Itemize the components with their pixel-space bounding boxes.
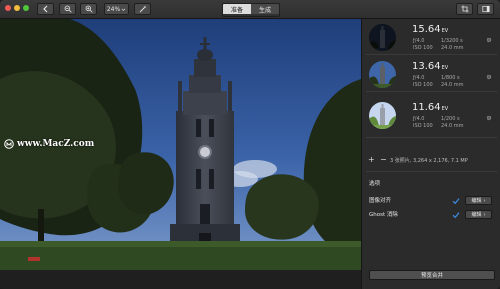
gear-icon[interactable] — [486, 115, 492, 121]
options-heading: 选项 — [369, 181, 381, 187]
shot-thumbnail — [369, 102, 396, 129]
shot-ev: 15.64EV — [412, 24, 449, 35]
add-shot-button[interactable]: + — [368, 155, 375, 164]
shot-item[interactable]: 13.64EV ƒ/4.0 1/800 s ISO 100 24.0 mm — [362, 58, 500, 90]
shot-item[interactable]: 15.64EV ƒ/4.0 1/3200 s ISO 100 24.0 mm — [362, 21, 500, 53]
preview-merge-button[interactable]: 预览合并 — [369, 270, 495, 280]
shot-focal: 24.0 mm — [441, 45, 464, 51]
option-label: 图像对齐 — [369, 198, 392, 204]
sidebar-toggle-button[interactable] — [477, 3, 494, 15]
shot-list-footer: + − 3 张照片, 3,264 x 2,176, 7.1 MP — [362, 155, 500, 167]
checkmark-icon[interactable] — [452, 211, 460, 219]
shot-aperture: ƒ/4.0 — [413, 116, 425, 122]
divider — [366, 137, 497, 138]
toolbar: 24% 准备 生成 — [0, 0, 500, 19]
sidebar: 15.64EV ƒ/4.0 1/3200 s ISO 100 24.0 mm 1… — [361, 19, 500, 289]
watermark-logo-icon — [4, 139, 14, 149]
shot-ev: 13.64EV — [412, 61, 449, 72]
zoom-in-icon — [85, 5, 93, 13]
auto-adjust-button[interactable] — [134, 3, 151, 15]
zoom-window-button[interactable] — [23, 5, 29, 11]
shot-focal: 24.0 mm — [441, 123, 464, 129]
shots-summary: 3 张照片, 3,264 x 2,176, 7.1 MP — [390, 158, 468, 164]
shot-shutter: 1/800 s — [441, 75, 460, 81]
shot-shutter: 1/3200 s — [441, 38, 463, 44]
shot-thumbnail — [369, 61, 396, 88]
divider — [366, 91, 497, 92]
zoom-in-button[interactable] — [80, 3, 97, 15]
magic-wand-icon — [139, 5, 146, 13]
zoom-level-value: 24% — [106, 5, 121, 13]
option-row-align: 图像对齐 编辑 › — [369, 196, 495, 206]
zoom-out-button[interactable] — [59, 3, 76, 15]
crop-button[interactable] — [456, 3, 473, 15]
shot-focal: 24.0 mm — [441, 82, 464, 88]
chevron-down-icon — [121, 8, 126, 11]
sidebar-icon — [481, 5, 490, 13]
checkmark-icon[interactable] — [452, 197, 460, 205]
zoom-level-dropdown[interactable]: 24% — [104, 3, 129, 15]
crop-icon — [461, 5, 468, 13]
zoom-out-icon — [64, 5, 72, 13]
app-window: 24% 准备 生成 www.MacZ.com 15.64EV ƒ/4.0 1/3… — [0, 0, 500, 289]
back-button[interactable] — [37, 3, 54, 15]
tab-prepare[interactable]: 准备 — [223, 4, 251, 14]
edit-align-button[interactable]: 编辑 › — [465, 196, 492, 205]
shot-shutter: 1/200 s — [441, 116, 460, 122]
shot-iso: ISO 100 — [413, 82, 433, 88]
shot-aperture: ƒ/4.0 — [413, 75, 425, 81]
option-label: Ghost 消除 — [369, 212, 398, 218]
image-status-strip — [0, 270, 361, 289]
shot-iso: ISO 100 — [413, 45, 433, 51]
gear-icon[interactable] — [486, 74, 492, 80]
divider — [366, 171, 497, 172]
minimize-window-button[interactable] — [14, 5, 20, 11]
gear-icon[interactable] — [486, 37, 492, 43]
option-row-ghost: Ghost 消除 编辑 › — [369, 210, 495, 220]
tab-generate[interactable]: 生成 — [251, 4, 279, 14]
chevron-left-icon — [42, 5, 47, 13]
mode-segmented-control: 准备 生成 — [222, 3, 280, 17]
watermark: www.MacZ.com — [4, 139, 94, 149]
watermark-text: www.MacZ.com — [17, 139, 95, 149]
edit-ghost-button[interactable]: 编辑 › — [465, 210, 492, 219]
shot-item[interactable]: 11.64EV ƒ/4.0 1/200 s ISO 100 24.0 mm — [362, 99, 500, 131]
shot-thumbnail — [369, 24, 396, 51]
shot-aperture: ƒ/4.0 — [413, 38, 425, 44]
divider — [366, 54, 497, 55]
shot-ev: 11.64EV — [412, 102, 449, 113]
remove-shot-button[interactable]: − — [380, 155, 387, 164]
shot-iso: ISO 100 — [413, 123, 433, 129]
close-window-button[interactable] — [5, 5, 11, 11]
